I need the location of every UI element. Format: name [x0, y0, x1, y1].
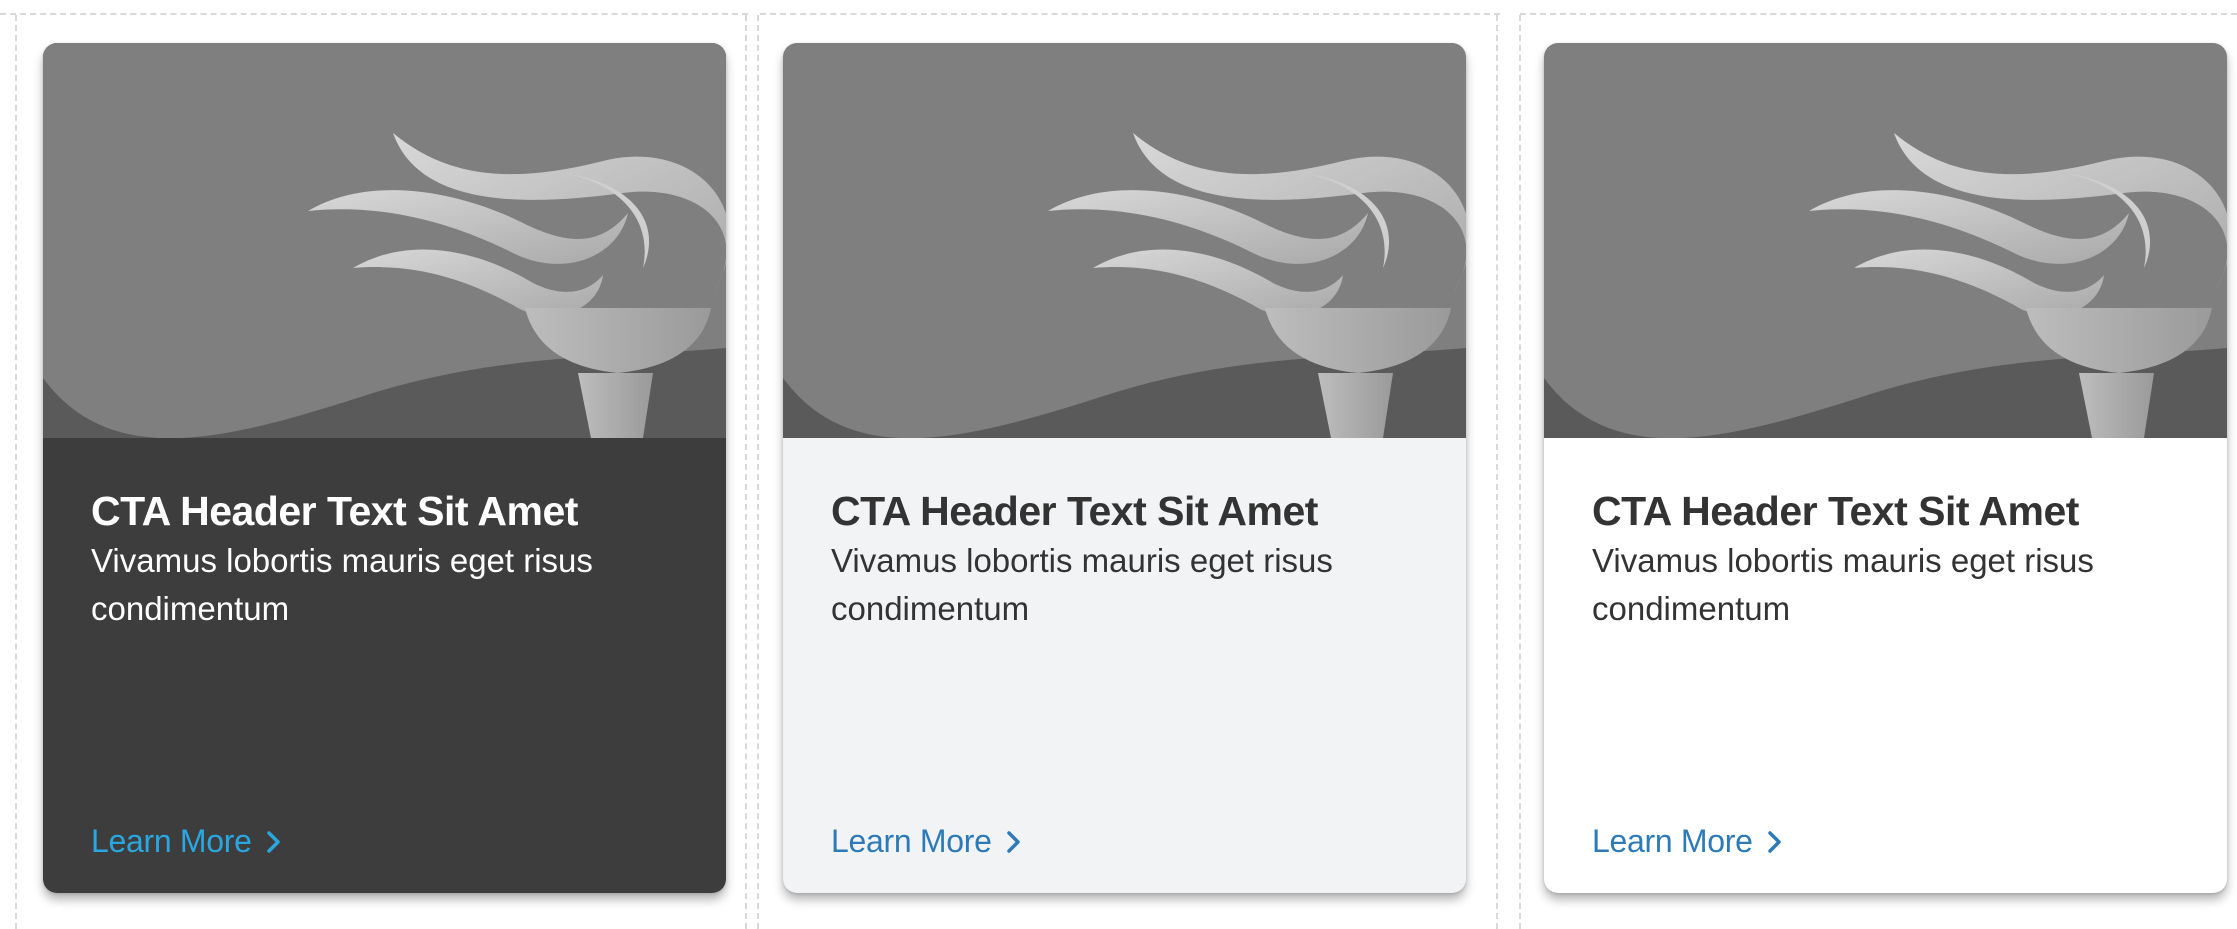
card-title: CTA Header Text Sit Amet	[1592, 488, 2079, 534]
chevron-right-icon	[266, 830, 280, 853]
learn-more-label: Learn More	[1592, 823, 1753, 859]
learn-more-link[interactable]: Learn More	[831, 823, 1024, 860]
torch-flame-icon	[43, 43, 726, 438]
column-guide-top	[760, 13, 1500, 15]
cta-card-light[interactable]: CTA Header Text Sit Amet Vivamus loborti…	[783, 43, 1466, 893]
learn-more-label: Learn More	[831, 823, 992, 859]
cta-card-dark[interactable]: CTA Header Text Sit Amet Vivamus loborti…	[43, 43, 726, 893]
chevron-right-icon	[1006, 830, 1020, 853]
card-text: Vivamus lobortis mauris eget risus condi…	[91, 542, 593, 627]
card-text: Vivamus lobortis mauris eget risus condi…	[1592, 542, 2094, 627]
torch-flame-icon	[1544, 43, 2227, 438]
learn-more-link[interactable]: Learn More	[1592, 823, 1785, 860]
column-guide-top	[1520, 13, 2237, 15]
cta-card-white[interactable]: CTA Header Text Sit Amet Vivamus loborti…	[1544, 43, 2227, 893]
column-guide-left	[15, 15, 17, 929]
card-title: CTA Header Text Sit Amet	[831, 488, 1318, 534]
card-body: CTA Header Text Sit Amet Vivamus loborti…	[1592, 488, 2187, 633]
card-text: Vivamus lobortis mauris eget risus condi…	[831, 542, 1333, 627]
torch-flame-icon	[783, 43, 1466, 438]
column-guide-top	[0, 13, 748, 15]
card-body: CTA Header Text Sit Amet Vivamus loborti…	[91, 488, 686, 633]
card-title: CTA Header Text Sit Amet	[91, 488, 578, 534]
card-body: CTA Header Text Sit Amet Vivamus loborti…	[831, 488, 1426, 633]
column-guide-divider	[1496, 15, 1498, 929]
learn-more-label: Learn More	[91, 823, 252, 859]
column-guide-divider	[757, 15, 759, 929]
learn-more-link[interactable]: Learn More	[91, 823, 284, 860]
column-guide-divider	[1519, 15, 1521, 929]
chevron-right-icon	[1767, 830, 1781, 853]
column-guide-divider	[745, 15, 747, 929]
